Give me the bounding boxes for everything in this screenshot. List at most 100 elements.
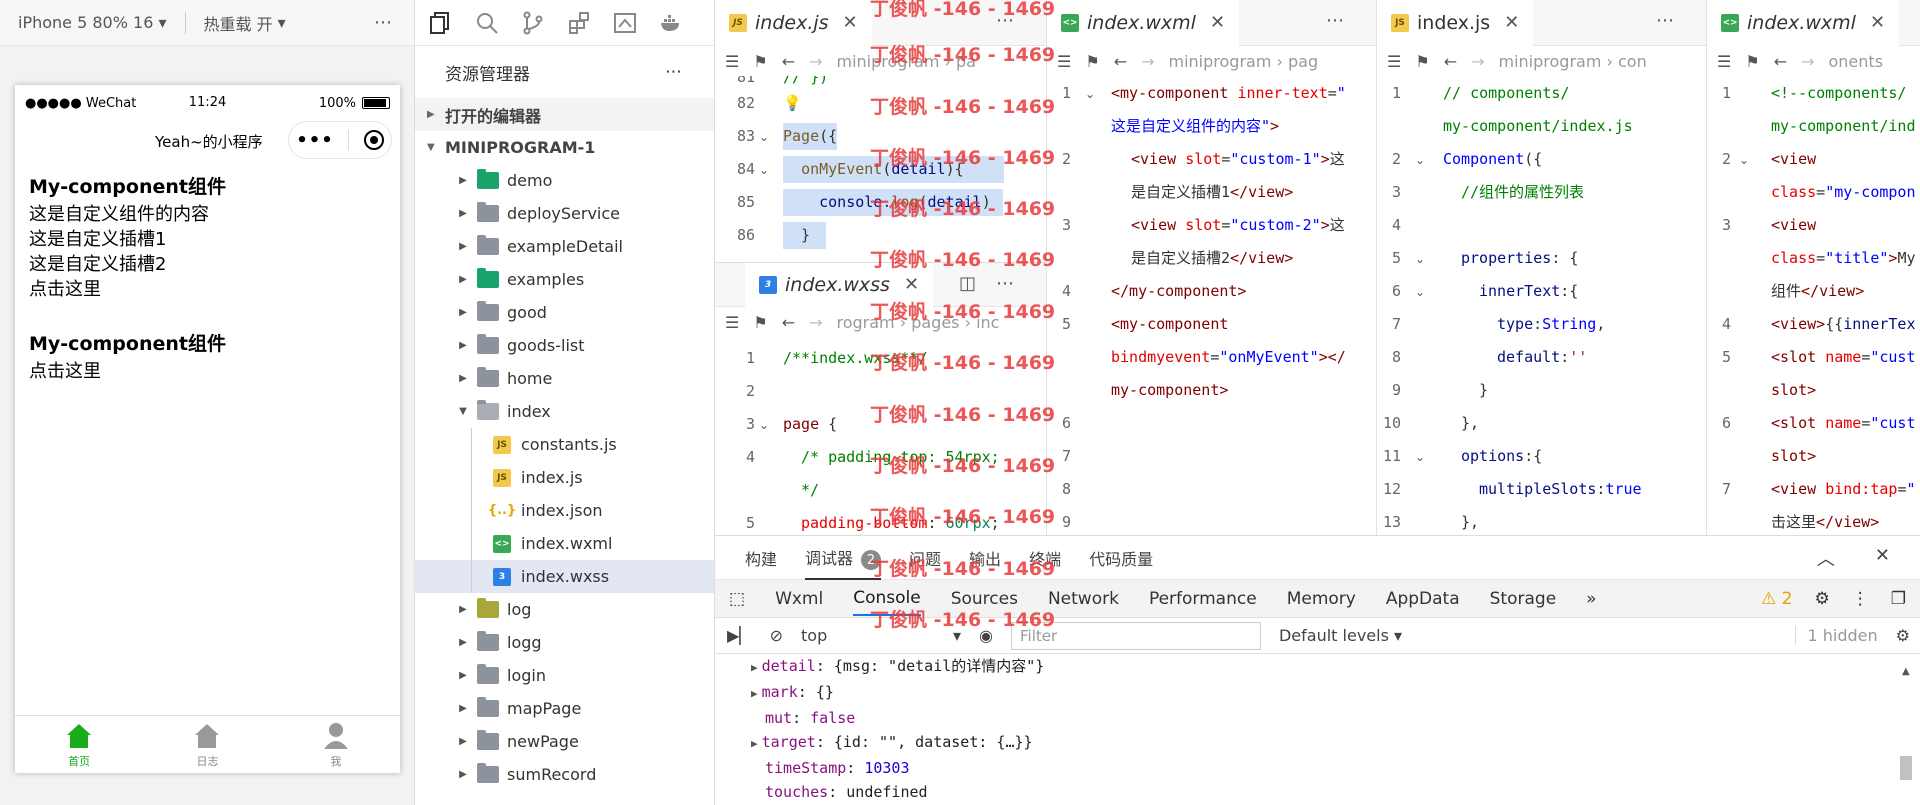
dock-icon[interactable]: ❐: [1891, 589, 1906, 609]
devtools-tab-performance[interactable]: Performance: [1149, 589, 1257, 609]
console-line[interactable]: ▶ target: {id: "", dataset: {…}}: [751, 730, 1920, 756]
close-miniprogram-icon[interactable]: [363, 130, 384, 150]
hot-reload-toggle[interactable]: 热重载 开: [204, 11, 273, 35]
folder-item[interactable]: ▶ exampleDetail: [415, 230, 714, 263]
folder-item[interactable]: ▶ sumRecord: [415, 758, 714, 791]
bookmark-icon[interactable]: ⚑: [753, 313, 767, 332]
editor-more-button[interactable]: ⋯: [996, 273, 1016, 294]
file-item[interactable]: JS constants.js: [415, 428, 714, 461]
devtools-tab-wxml[interactable]: Wxml: [775, 589, 823, 609]
log-levels-select[interactable]: Default levels ▾: [1279, 626, 1402, 645]
close-panel-icon[interactable]: ✕: [1875, 545, 1890, 571]
tab-log[interactable]: 日志: [143, 716, 271, 773]
folder-item[interactable]: ▶ newPage: [415, 725, 714, 758]
close-tab-icon[interactable]: ✕: [1210, 12, 1225, 33]
project-section[interactable]: ▼ MINIPROGRAM-1: [415, 131, 714, 164]
eye-icon[interactable]: ◉: [979, 626, 993, 645]
back-icon[interactable]: ←: [782, 52, 795, 71]
close-tab-icon[interactable]: ✕: [843, 12, 858, 33]
tab-problems[interactable]: 问题: [909, 546, 941, 570]
inspect-icon[interactable]: ⬚: [729, 589, 745, 609]
tab-me[interactable]: 我: [272, 716, 400, 773]
console-line[interactable]: ▶ mark: {}: [751, 680, 1920, 706]
devtools-tab-appdata[interactable]: AppData: [1386, 589, 1460, 609]
list-icon[interactable]: ☰: [725, 52, 739, 71]
tab-component-index-js[interactable]: JS index.js ✕: [1377, 0, 1534, 46]
extensions-icon[interactable]: [567, 11, 591, 35]
source-control-icon[interactable]: [521, 11, 545, 35]
warning-icon[interactable]: ⚠ 2: [1761, 589, 1792, 609]
split-editor-icon[interactable]: ◫: [959, 273, 976, 294]
folder-item[interactable]: ▶ goods-list: [415, 329, 714, 362]
open-editors-section[interactable]: ▶ 打开的编辑器: [415, 98, 714, 131]
context-select[interactable]: top ▾: [801, 626, 961, 645]
more-tabs-icon[interactable]: »: [1586, 589, 1596, 609]
docker-icon[interactable]: [659, 11, 683, 35]
back-icon[interactable]: ←: [1444, 52, 1457, 71]
console-settings-icon[interactable]: ⚙: [1896, 626, 1910, 645]
click-here-link[interactable]: 点击这里: [29, 277, 386, 302]
console-scrollbar[interactable]: ▲: [1900, 666, 1912, 796]
list-icon[interactable]: ☰: [1387, 52, 1401, 71]
devtools-tab-storage[interactable]: Storage: [1490, 589, 1557, 609]
list-icon[interactable]: ☰: [1717, 52, 1731, 71]
folder-item[interactable]: ▶ logg: [415, 626, 714, 659]
editor-more-button[interactable]: ⋯: [1656, 10, 1676, 31]
close-tab-icon[interactable]: ✕: [1870, 12, 1885, 33]
folder-item[interactable]: ▶ good: [415, 296, 714, 329]
devtools-tab-network[interactable]: Network: [1048, 589, 1119, 609]
back-icon[interactable]: ←: [1114, 52, 1127, 71]
tab-index-js[interactable]: JS index.js ✕: [715, 0, 872, 46]
folder-item[interactable]: ▶ demo: [415, 164, 714, 197]
tab-output[interactable]: 输出: [969, 546, 1001, 570]
bookmark-icon[interactable]: ⚑: [1085, 52, 1099, 71]
devtools-tab-sources[interactable]: Sources: [951, 589, 1018, 609]
bookmark-icon[interactable]: ⚑: [753, 52, 767, 71]
search-icon[interactable]: [475, 11, 499, 35]
kebab-menu-icon[interactable]: ⋮: [1852, 589, 1869, 609]
file-item[interactable]: {..} index.json: [415, 494, 714, 527]
tab-home[interactable]: 首页: [15, 716, 143, 773]
bookmark-icon[interactable]: ⚑: [1745, 52, 1759, 71]
file-item[interactable]: <> index.wxml: [415, 527, 714, 560]
folder-item[interactable]: ▶ examples: [415, 263, 714, 296]
explorer-more-button[interactable]: ⋯: [665, 62, 684, 82]
cloud-dev-icon[interactable]: [613, 11, 637, 35]
folder-item[interactable]: ▶ log: [415, 593, 714, 626]
device-select[interactable]: iPhone 5 80% 16: [18, 13, 153, 32]
bookmark-icon[interactable]: ⚑: [1415, 52, 1429, 71]
list-icon[interactable]: ☰: [1057, 52, 1071, 71]
sidebar-toggle-icon[interactable]: ▶▏: [727, 626, 752, 645]
list-icon[interactable]: ☰: [725, 313, 739, 332]
folder-item[interactable]: ▶ login: [415, 659, 714, 692]
chevron-up-icon[interactable]: ︿: [1817, 545, 1835, 571]
close-tab-icon[interactable]: ✕: [1504, 12, 1519, 33]
tab-debugger[interactable]: 调试器 2: [805, 545, 882, 581]
filter-input[interactable]: Filter: [1010, 621, 1261, 650]
file-item[interactable]: JS index.js: [415, 461, 714, 494]
click-here-link-2[interactable]: 点击这里: [29, 359, 386, 384]
more-dots-icon[interactable]: •••: [296, 130, 334, 151]
folder-item[interactable]: ▼ index: [415, 395, 714, 428]
editor-more-button[interactable]: ⋯: [1326, 10, 1346, 31]
editor-more-button[interactable]: ⋯: [996, 10, 1016, 31]
lightbulb-icon[interactable]: 💡: [783, 90, 802, 117]
clear-console-icon[interactable]: ⊘: [770, 626, 783, 645]
devtools-tab-memory[interactable]: Memory: [1287, 589, 1356, 609]
console-line[interactable]: ▶ detail: {msg: "detail的详情内容"}: [751, 654, 1920, 680]
tab-build[interactable]: 构建: [745, 546, 777, 570]
back-icon[interactable]: ←: [782, 313, 795, 332]
back-icon[interactable]: ←: [1774, 52, 1787, 71]
tab-index-wxss[interactable]: 3 index.wxss ✕: [745, 263, 934, 307]
settings-gear-icon[interactable]: ⚙: [1815, 589, 1830, 609]
folder-item[interactable]: ▶ deployService: [415, 197, 714, 230]
file-item[interactable]: 3 index.wxss: [415, 560, 714, 593]
tab-component-index-wxml[interactable]: <> index.wxml ✕: [1707, 0, 1900, 46]
folder-item[interactable]: ▶ home: [415, 362, 714, 395]
devtools-tab-console[interactable]: Console: [853, 582, 921, 616]
tab-terminal[interactable]: 终端: [1029, 546, 1061, 570]
tab-index-wxml[interactable]: <> index.wxml ✕: [1047, 0, 1240, 46]
close-tab-icon[interactable]: ✕: [904, 274, 919, 295]
folder-item[interactable]: ▶ mapPage: [415, 692, 714, 725]
files-icon[interactable]: [429, 11, 453, 35]
